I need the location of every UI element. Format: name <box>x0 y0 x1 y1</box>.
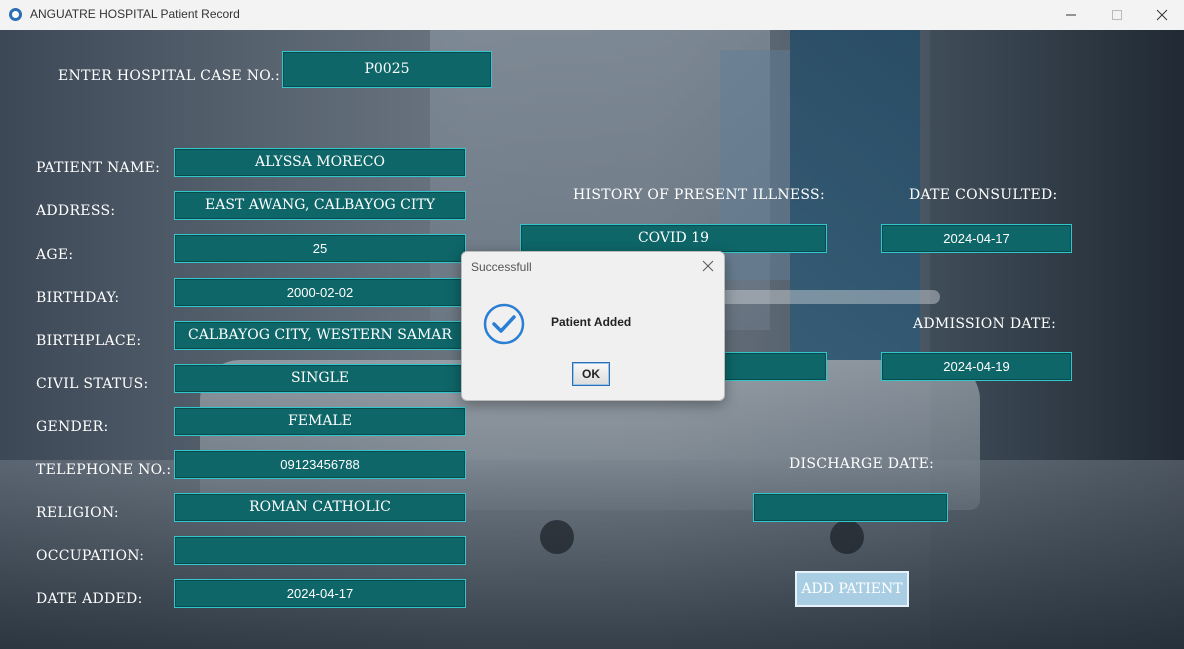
title-bar: ANGUATRE HOSPITAL Patient Record <box>0 0 1184 31</box>
religion-field[interactable]: ROMAN CATHOLIC <box>174 493 466 522</box>
birthplace-label: BIRTHPLACE: <box>36 333 142 349</box>
minimize-icon <box>1066 14 1076 16</box>
close-icon <box>702 260 714 272</box>
occupation-label: OCCUPATION: <box>36 548 145 564</box>
dialog-title: Successfull <box>471 260 532 274</box>
admission-date-field[interactable]: 2024-04-19 <box>881 352 1072 381</box>
patient-name-label: PATIENT NAME: <box>36 160 161 176</box>
close-icon <box>1156 9 1168 21</box>
age-label: AGE: <box>36 247 74 263</box>
close-button[interactable] <box>1139 0 1184 30</box>
date-consulted-label: DATE CONSULTED: <box>909 187 1058 203</box>
birthday-field[interactable]: 2000-02-02 <box>174 278 466 307</box>
civil-status-field[interactable]: SINGLE <box>174 364 466 393</box>
civil-status-label: CIVIL STATUS: <box>36 376 149 392</box>
minimize-button[interactable] <box>1048 0 1094 30</box>
history-field[interactable]: COVID 19 <box>520 224 827 253</box>
address-field[interactable]: EAST AWANG, CALBAYOG CITY <box>174 191 466 220</box>
dialog-close-button[interactable] <box>700 258 716 274</box>
admission-date-label: ADMISSION DATE: <box>913 316 1057 332</box>
background-wheel <box>830 520 864 554</box>
gender-label: GENDER: <box>36 419 109 435</box>
telephone-field[interactable]: 09123456788 <box>174 450 466 479</box>
window-title: ANGUATRE HOSPITAL Patient Record <box>30 7 240 21</box>
patient-name-field[interactable]: ALYSSA MORECO <box>174 148 466 177</box>
ok-button[interactable]: OK <box>572 362 610 386</box>
date-added-label: DATE ADDED: <box>36 591 143 607</box>
success-dialog: Successfull Patient Added OK <box>461 251 725 401</box>
discharge-date-label: DISCHARGE DATE: <box>789 456 935 472</box>
maximize-icon <box>1112 10 1122 20</box>
date-added-field[interactable]: 2024-04-17 <box>174 579 466 608</box>
case-number-label: ENTER HOSPITAL CASE NO.: <box>58 68 281 84</box>
maximize-button[interactable] <box>1094 0 1140 30</box>
check-icon <box>483 303 525 350</box>
address-label: ADDRESS: <box>36 203 116 219</box>
age-field[interactable]: 25 <box>174 234 466 263</box>
religion-label: RELIGION: <box>36 505 119 521</box>
occupation-field[interactable] <box>174 536 466 565</box>
birthplace-field[interactable]: CALBAYOG CITY, WESTERN SAMAR <box>174 321 466 350</box>
history-label: HISTORY OF PRESENT ILLNESS: <box>573 187 825 203</box>
case-number-field[interactable]: P0025 <box>282 51 492 88</box>
add-patient-button[interactable]: ADD PATIENT <box>795 571 909 607</box>
background-wheel <box>540 520 574 554</box>
gender-field[interactable]: FEMALE <box>174 407 466 436</box>
app-icon <box>9 8 22 21</box>
date-consulted-field[interactable]: 2024-04-17 <box>881 224 1072 253</box>
discharge-date-field[interactable] <box>753 493 948 522</box>
dialog-message: Patient Added <box>551 315 632 329</box>
birthday-label: BIRTHDAY: <box>36 290 120 306</box>
telephone-label: TELEPHONE NO.: <box>36 462 172 478</box>
